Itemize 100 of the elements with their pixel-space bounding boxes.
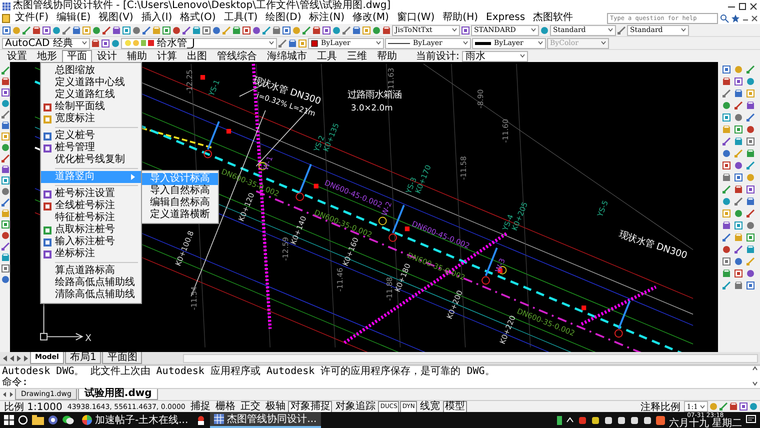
menu-item[interactable]: 标注(N) [306, 12, 348, 24]
tool-icon[interactable] [262, 26, 271, 34]
status-toggle[interactable]: 模型 [442, 400, 467, 412]
menu-entry[interactable]: 定义桩号 [41, 130, 141, 142]
tool-icon[interactable] [746, 209, 755, 218]
menu-entry[interactable]: 桩号标注设置 [41, 188, 141, 200]
tool-icon[interactable] [746, 245, 755, 254]
ribbon-tab[interactable]: 辅助 [122, 50, 152, 62]
tool-icon[interactable] [0, 154, 10, 163]
tool-icon[interactable] [112, 26, 121, 34]
tool-icon[interactable] [0, 242, 10, 251]
tool-icon[interactable] [722, 137, 731, 146]
tool-icon[interactable] [142, 26, 151, 34]
tool-icon[interactable] [461, 26, 470, 34]
menu-entry[interactable]: 总图缩放 [41, 65, 141, 77]
tool-icon[interactable] [72, 26, 81, 34]
menu-entry[interactable]: 优化桩号线复制 [41, 154, 141, 166]
menu-entry[interactable]: 桩号管理 [41, 142, 141, 154]
ribbon-tab[interactable]: 计算 [152, 50, 182, 62]
tool-icon[interactable] [722, 269, 731, 278]
tool-icon[interactable] [722, 89, 731, 98]
menu-entry[interactable]: 输入标注桩号 [41, 236, 141, 248]
menu-entry[interactable]: 绘制平面线 [41, 101, 141, 113]
tool-icon[interactable] [278, 38, 287, 48]
app-icon[interactable] [196, 415, 206, 425]
document-tab[interactable]: 试验用图.dwg [78, 389, 158, 400]
tool-icon[interactable] [182, 26, 191, 34]
maximize-icon[interactable] [738, 2, 747, 10]
menu-item[interactable]: 插入(I) [138, 12, 176, 24]
design-type-dropdown[interactable]: 雨水 [462, 50, 528, 62]
menu-entry[interactable]: 宽度标注 [41, 113, 141, 125]
tool-icon[interactable] [0, 77, 10, 86]
ribbon-tab[interactable]: 出图 [182, 50, 212, 62]
tool-icon[interactable] [722, 221, 731, 230]
star-icon[interactable] [731, 14, 740, 22]
taskbar-app[interactable]: 杰图管线协同设计... [210, 412, 321, 428]
tool-icon[interactable] [746, 65, 755, 74]
status-toggle[interactable]: 线宽 [418, 400, 442, 412]
layout-tab[interactable]: 布局1 [64, 352, 102, 364]
tool-icon[interactable] [0, 253, 10, 262]
tool-icon[interactable] [746, 161, 755, 170]
tool-icon[interactable] [0, 121, 10, 130]
status-toggle[interactable]: 对象追踪 [333, 400, 378, 412]
menu-entry[interactable]: 导入自然标高 [142, 185, 218, 197]
menu-item[interactable]: 窗口(W) [394, 12, 438, 24]
tool-icon[interactable] [232, 26, 241, 34]
search-icon[interactable] [720, 14, 729, 22]
tool-icon[interactable] [0, 198, 10, 207]
tool-icon[interactable] [32, 26, 41, 34]
menu-item[interactable]: 杰图软件 [530, 12, 576, 24]
tool-icon[interactable] [734, 281, 743, 290]
close-icon[interactable] [751, 14, 758, 22]
menu-entry[interactable]: 算点道路标高 [41, 265, 141, 277]
menu-item[interactable]: Express [483, 12, 528, 24]
tool-icon[interactable] [722, 77, 731, 86]
tool-icon[interactable] [0, 110, 10, 119]
document-icon[interactable] [2, 14, 10, 22]
status-toggle[interactable]: 极轴 [263, 400, 288, 412]
app-icon[interactable] [656, 416, 665, 424]
folder-icon[interactable] [32, 415, 44, 425]
tool-icon[interactable] [342, 26, 351, 34]
menu-item[interactable]: 工具(T) [220, 12, 261, 24]
ribbon-tab[interactable]: 平面 [62, 50, 92, 62]
ribbon-tab[interactable]: 帮助 [372, 50, 402, 62]
tool-icon[interactable] [722, 233, 731, 242]
menu-item[interactable]: 文件(F) [12, 12, 52, 24]
ribbon-tab[interactable]: 管线综合 [212, 50, 262, 62]
windows-icon[interactable] [4, 415, 14, 425]
tool-icon[interactable] [722, 185, 731, 194]
ribbon-tab[interactable]: 工具 [312, 50, 342, 62]
chat-icon[interactable] [62, 415, 74, 425]
tool-icon[interactable] [382, 26, 391, 34]
tool-icon[interactable] [734, 101, 743, 110]
tool-icon[interactable] [719, 402, 728, 411]
menu-entry[interactable]: 坐标标注 [41, 248, 141, 260]
tool-icon[interactable] [746, 113, 755, 122]
tool-icon[interactable] [0, 165, 10, 174]
property-dropdown[interactable]: 给水管_J [121, 38, 277, 48]
menu-entry[interactable]: 定义道路红线 [41, 89, 141, 101]
menu-entry[interactable]: 全线桩号标注 [41, 200, 141, 212]
tool-icon[interactable] [288, 38, 297, 48]
ribbon-tab[interactable]: 设置 [2, 50, 32, 62]
tool-icon[interactable] [272, 26, 281, 34]
layout-tab[interactable]: 平面图 [102, 352, 142, 364]
tool-icon[interactable] [734, 197, 743, 206]
menu-entry[interactable]: 定义道路横断 [142, 209, 218, 221]
status-toggle[interactable]: 栅格 [213, 400, 238, 412]
tool-icon[interactable] [746, 197, 755, 206]
menu-item[interactable]: 视图(V) [96, 12, 136, 24]
tool-icon[interactable] [734, 185, 743, 194]
tool-icon[interactable] [540, 26, 549, 34]
property-dropdown[interactable]: AutoCAD 经典 [2, 38, 90, 48]
menu-entry[interactable]: 编辑自然标高 [142, 197, 218, 209]
menu-item[interactable]: 格式(O) [177, 12, 219, 24]
close-icon[interactable] [749, 2, 758, 10]
tool-icon[interactable] [746, 149, 755, 158]
tool-icon[interactable] [62, 26, 71, 34]
menu-entry[interactable]: 清除高低点辅助线 [41, 289, 141, 301]
tool-icon[interactable] [617, 26, 626, 34]
ribbon-tab[interactable]: 三维 [342, 50, 372, 62]
